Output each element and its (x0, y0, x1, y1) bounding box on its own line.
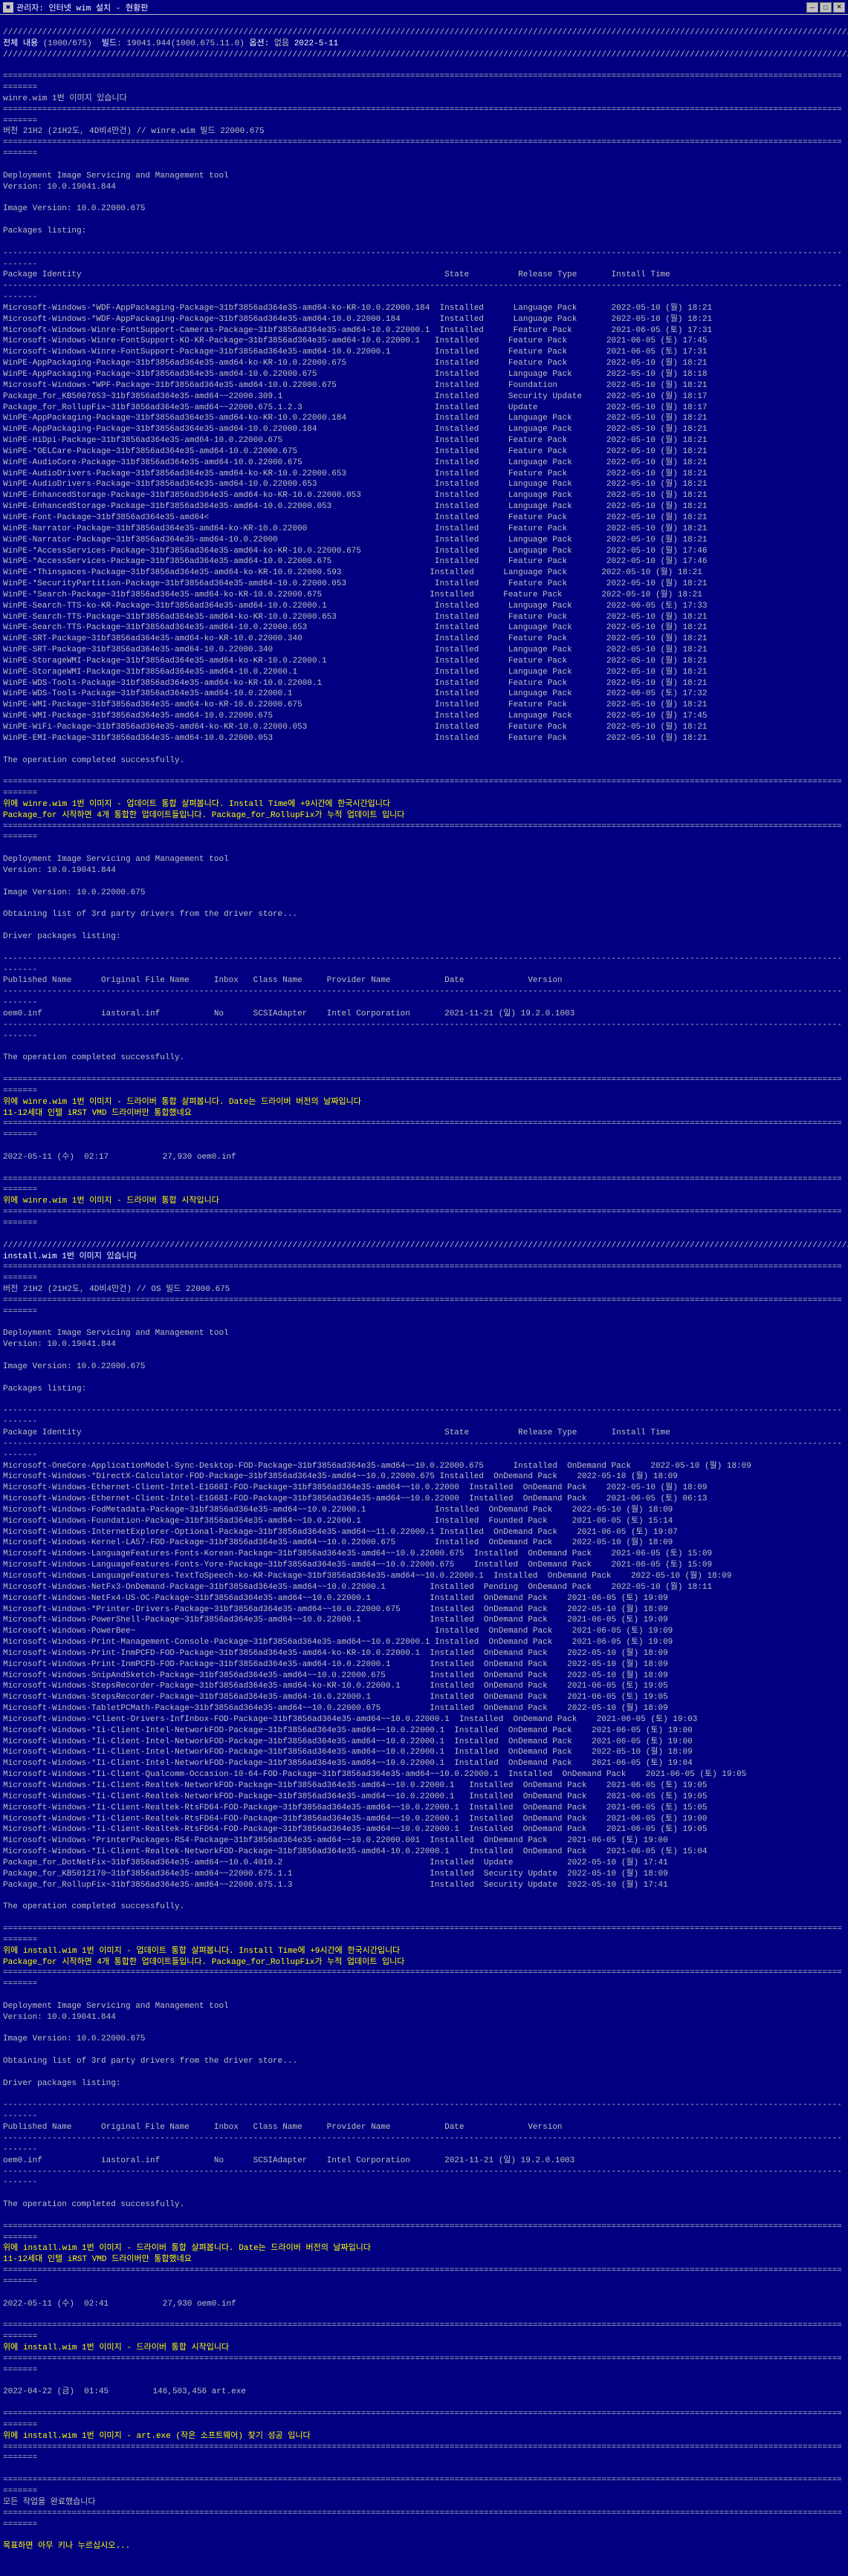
window-title: 관리자: 인터넷 wim 설치 - 현황판 (16, 1, 148, 13)
window-frame: ■ 관리자: 인터넷 wim 설치 - 현황판 ─ □ ✕ //////////… (0, 0, 848, 2576)
minimize-button[interactable]: ─ (806, 2, 818, 13)
console-output: ////////////////////////////////////////… (0, 15, 848, 2576)
title-bar-left: ■ 관리자: 인터넷 wim 설치 - 현황판 (3, 1, 148, 13)
app-icon: ■ (3, 2, 13, 13)
title-bar-controls[interactable]: ─ □ ✕ (806, 2, 845, 13)
console-text: ////////////////////////////////////////… (3, 27, 845, 2552)
maximize-button[interactable]: □ (820, 2, 832, 13)
close-button[interactable]: ✕ (833, 2, 845, 13)
title-bar: ■ 관리자: 인터넷 wim 설치 - 현황판 ─ □ ✕ (0, 0, 848, 15)
